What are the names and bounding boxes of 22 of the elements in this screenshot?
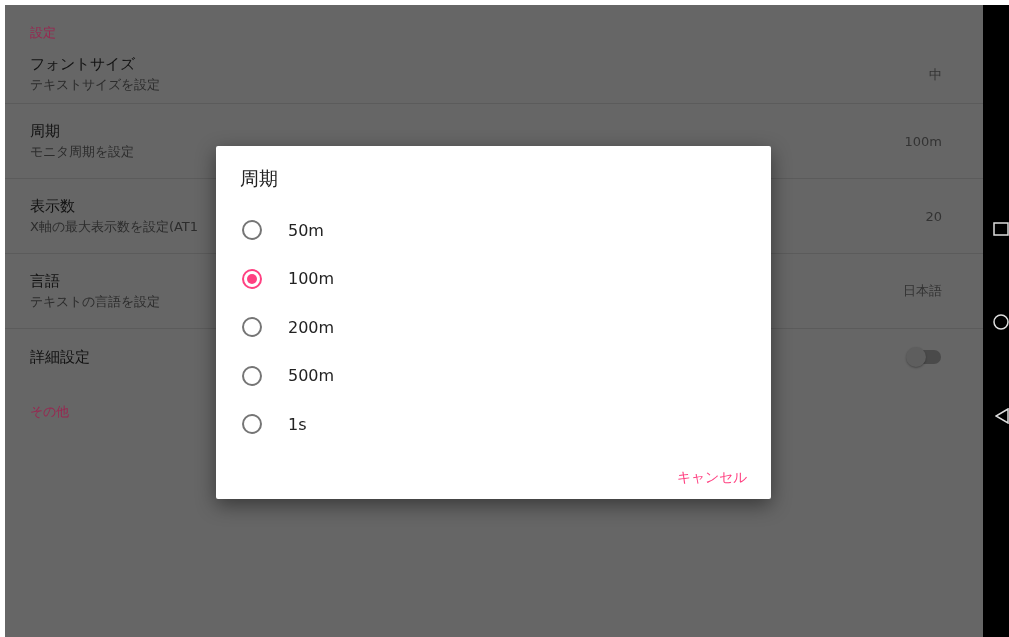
setting-title: フォントサイズ <box>30 55 135 74</box>
section-header: 設定 <box>30 25 56 40</box>
section-header: その他 <box>30 404 69 419</box>
setting-title: 言語 <box>30 271 60 291</box>
circle-icon[interactable] <box>993 314 1009 330</box>
radio-button[interactable] <box>242 365 262 386</box>
option-label[interactable]: 200m <box>288 317 335 337</box>
radio-button[interactable] <box>242 317 262 338</box>
option-label[interactable]: 500m <box>288 366 335 386</box>
dialog-title: 周期 <box>240 166 279 191</box>
radio-button[interactable] <box>242 268 262 289</box>
back-icon[interactable] <box>995 408 1009 424</box>
option-label[interactable]: 50m <box>288 220 324 240</box>
radio-button[interactable] <box>242 414 262 435</box>
setting-title: 表示数 <box>30 196 75 216</box>
square-icon[interactable] <box>993 222 1009 236</box>
option-label[interactable]: 1s <box>288 414 307 434</box>
toggle-switch[interactable] <box>906 347 942 367</box>
option-label[interactable]: 100m <box>288 269 335 289</box>
setting-title: 詳細設定 <box>30 347 90 367</box>
radio-button[interactable] <box>242 220 262 241</box>
setting-title: 周期 <box>30 121 60 141</box>
